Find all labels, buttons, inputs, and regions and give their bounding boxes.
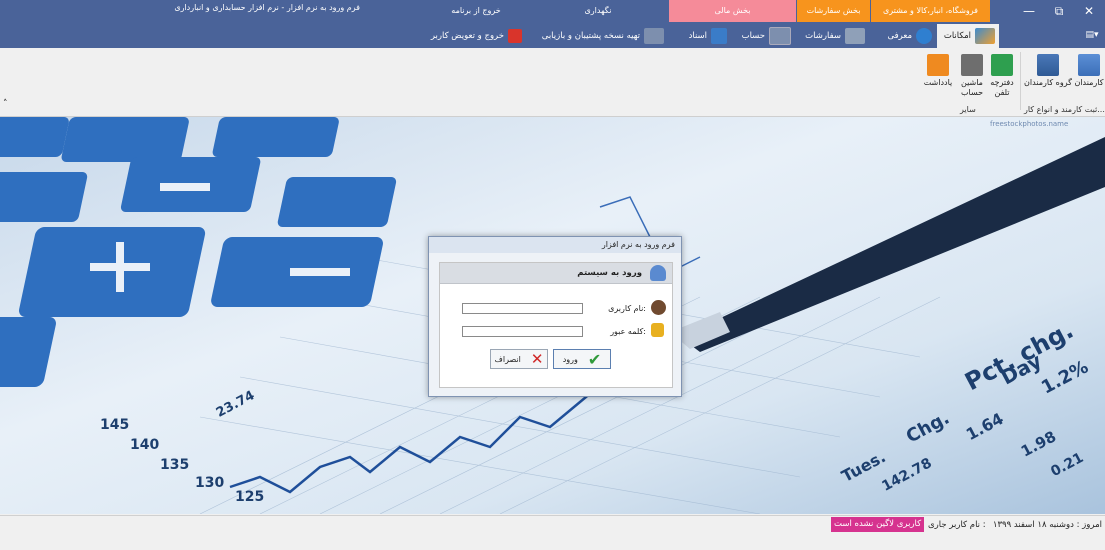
current-user-badge: کاربری لاگین نشده است (831, 517, 925, 532)
notes-label: یادداشت (923, 78, 953, 87)
today-date: امروز : دوشنبه ۱۸ اسفند ۱۳۹۹ (992, 520, 1102, 530)
tab-asnad-label: اسناد (688, 31, 707, 41)
employee-groups-label: گروه کارمندان (1024, 78, 1072, 87)
document-icon (711, 28, 727, 44)
cancel-x-icon: ✕ (530, 350, 544, 368)
tab-emkanat[interactable]: امکانات (937, 24, 999, 48)
current-user-label: نام کاربر جاری : (928, 520, 986, 530)
username-input[interactable] (462, 303, 583, 314)
close-icon[interactable]: ✕ (1077, 2, 1101, 20)
watermark-text: freestockphotos.name (990, 120, 1069, 128)
group-label-other: سایر (960, 105, 976, 114)
tick-135: 135 (160, 457, 190, 473)
cancel-button-label: انصراف (494, 354, 521, 364)
tab-asnad[interactable]: اسناد (669, 24, 731, 48)
notes-button[interactable]: یادداشت (921, 54, 955, 88)
category-store[interactable]: فروشگاه، انبار،کالا و مشتری (871, 0, 990, 22)
calculator-label-1: ماشین (961, 78, 983, 87)
username-label: نام کاربری: (608, 304, 646, 313)
tab-exit-user-label: خروج و تعویض کاربر (430, 31, 504, 41)
password-input[interactable] (462, 326, 583, 337)
tick-145: 145 (100, 417, 130, 433)
check-icon: ✔ (587, 349, 602, 369)
phonebook-label-2: تلفن (994, 88, 1010, 97)
cancel-button[interactable]: انصراف ✕ (490, 349, 548, 369)
password-label: کلمه عبور: (610, 327, 646, 336)
phonebook-button[interactable]: دفترچه تلفن (988, 54, 1016, 98)
restore-icon[interactable]: ⧉ (1047, 2, 1071, 20)
login-header: ورود به سیستم (440, 263, 672, 284)
ribbon: کارمندان گروه کارمندان دفترچه تلفن ماشین… (0, 48, 1105, 117)
category-finance[interactable]: بخش مالی (669, 0, 796, 22)
lock-icon (651, 323, 664, 337)
quick-menu-icon[interactable]: ▤▾ (1080, 26, 1104, 44)
tick-140: 140 (130, 437, 160, 453)
backup-icon (644, 28, 664, 44)
users-icon (1037, 54, 1059, 76)
tab-backup[interactable]: تهیه نسخه پشتیبان و بازیابی (528, 24, 668, 48)
book-icon (991, 54, 1013, 76)
card-icon (769, 27, 791, 45)
orders-icon (845, 28, 865, 44)
calculator-label-2: حساب (960, 88, 984, 97)
info-icon (916, 28, 932, 44)
login-dialog: فرم ورود به نرم افزار ورود به سیستم نام … (428, 236, 682, 397)
notes-icon (927, 54, 949, 76)
exit-icon (508, 29, 522, 43)
login-dialog-title: فرم ورود به نرم افزار (429, 237, 681, 253)
ribbon-separator (1020, 52, 1021, 110)
tab-exit-user[interactable]: خروج و تعویض کاربر (426, 24, 526, 48)
login-button[interactable]: ورود ✔ (553, 349, 611, 369)
tab-hesab[interactable]: حساب (733, 24, 795, 48)
employee-groups-button[interactable]: گروه کارمندان (1024, 54, 1072, 88)
tick-125: 125 (235, 489, 265, 505)
minimize-icon[interactable]: — (1017, 2, 1041, 20)
tab-moarefi-label: معرفی (887, 31, 913, 41)
collapse-ribbon-icon[interactable]: ˄ (3, 99, 8, 109)
phonebook-label-1: دفترچه (990, 78, 1014, 87)
username-icon (651, 300, 666, 315)
calculator-icon (961, 54, 983, 76)
category-exit[interactable]: خروج از برنامه (426, 0, 526, 22)
login-header-label: ورود به سیستم (577, 268, 642, 278)
grid-icon (1078, 54, 1100, 76)
group-label-employees: ثبت کارمند و انواع کار... (1024, 105, 1105, 114)
category-orders[interactable]: بخش سفارشات (797, 0, 870, 22)
calculator-button[interactable]: ماشین حساب (957, 54, 987, 98)
employees-button[interactable]: کارمندان (1074, 54, 1104, 88)
tab-emkanat-label: امکانات (943, 31, 971, 41)
tab-hesab-label: حساب (741, 31, 765, 41)
window-title: فرم ورود به نرم افزار - نرم افزار حسابدا… (174, 3, 360, 12)
tab-sefareshat[interactable]: سفارشات (797, 24, 869, 48)
hand-icon (975, 28, 995, 44)
status-bar: امروز : دوشنبه ۱۸ اسفند ۱۳۹۹ نام کاربر ج… (0, 515, 1105, 536)
tick-130: 130 (195, 475, 225, 491)
tab-sefareshat-label: سفارشات (805, 31, 841, 41)
employees-label: کارمندان (1074, 78, 1104, 87)
title-bar: ✕ ⧉ — ▤▾ فرم ورود به نرم افزار - نرم افز… (0, 0, 1105, 48)
login-panel: ورود به سیستم نام کاربری: کلمه عبور: ورو… (439, 262, 673, 388)
category-maintenance[interactable]: نگهداری (528, 0, 668, 22)
user-icon (650, 265, 666, 281)
tab-backup-label: تهیه نسخه پشتیبان و بازیابی (541, 31, 640, 41)
login-button-label: ورود (562, 354, 578, 364)
tab-moarefi[interactable]: معرفی (870, 24, 936, 48)
